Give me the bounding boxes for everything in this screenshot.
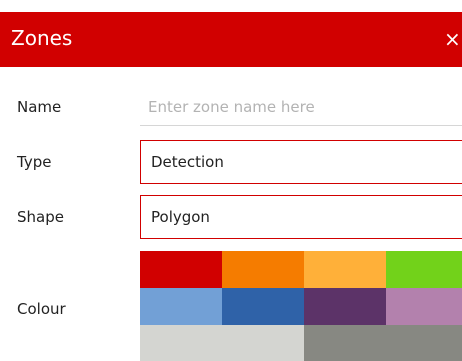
colour-swatch-amber[interactable] [304, 251, 386, 288]
type-select-value: Detection [151, 153, 224, 171]
zone-name-input[interactable] [140, 88, 462, 126]
colour-swatch-light-grey[interactable] [140, 325, 304, 361]
shape-label: Shape [17, 208, 64, 226]
shape-select-value: Polygon [151, 208, 210, 226]
colour-label: Colour [17, 300, 66, 318]
type-label: Type [17, 153, 52, 171]
colour-swatch-light-blue[interactable] [140, 288, 222, 325]
zones-dialog: Zones × Name Type Detection Shape Polygo… [0, 0, 462, 361]
colour-swatch-dark-grey[interactable] [304, 325, 462, 361]
colour-swatch-purple[interactable] [304, 288, 386, 325]
colour-swatch-orange[interactable] [222, 251, 304, 288]
name-label: Name [17, 98, 62, 116]
colour-swatch-red[interactable] [140, 251, 222, 288]
dialog-title: Zones [11, 26, 73, 50]
close-icon[interactable]: × [444, 25, 462, 53]
colour-swatch-blue[interactable] [222, 288, 304, 325]
colour-swatch-mauve[interactable] [386, 288, 462, 325]
shape-select[interactable]: Polygon [140, 195, 462, 239]
dialog-header: Zones × [0, 12, 462, 67]
colour-swatch-green[interactable] [386, 251, 462, 288]
type-select[interactable]: Detection [140, 140, 462, 184]
